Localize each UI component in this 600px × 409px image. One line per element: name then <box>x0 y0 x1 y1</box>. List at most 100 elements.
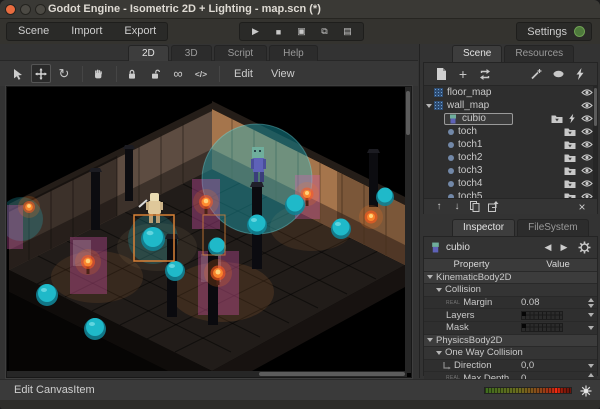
edit-script-button[interactable]: </> <box>191 64 211 83</box>
mask-bitmask-control[interactable] <box>521 323 563 332</box>
settings-button[interactable]: Settings <box>516 22 592 41</box>
instance-scene-button[interactable] <box>474 65 496 83</box>
move-tool-button[interactable] <box>31 64 51 83</box>
canvas-menu-edit[interactable]: Edit <box>225 68 262 80</box>
property-layers[interactable]: Layers <box>424 309 597 322</box>
history-back-button[interactable]: ◀ <box>540 242 556 253</box>
eye-icon[interactable] <box>581 192 593 198</box>
eye-icon[interactable] <box>581 114 593 123</box>
titlebar[interactable]: Godot Engine - Isometric 2D + Lighting -… <box>0 0 600 19</box>
canvas-viewport[interactable] <box>6 86 412 378</box>
play-custom-scene-button[interactable]: ⧉ <box>313 23 336 40</box>
dropdown-arrow-icon[interactable] <box>588 326 594 330</box>
window-close-button[interactable] <box>5 4 16 15</box>
sun-icon[interactable] <box>580 385 592 397</box>
viewport-horizontal-scrollbar[interactable] <box>7 371 407 377</box>
unlock-button[interactable] <box>145 64 165 83</box>
margin-value[interactable]: 0.08 <box>521 297 540 308</box>
group-button[interactable]: ∞ <box>168 64 188 83</box>
layers-bitmask-control[interactable] <box>521 311 563 320</box>
debug-options-button[interactable]: ▤ <box>336 23 359 40</box>
eye-icon[interactable] <box>581 166 593 175</box>
gear-icon[interactable] <box>578 241 591 254</box>
dropdown-arrow-icon[interactable] <box>588 364 594 368</box>
property-direction[interactable]: Direction 0,0 <box>424 360 597 373</box>
instanced-folder-icon[interactable] <box>564 166 576 176</box>
play-button[interactable]: ▶ <box>244 23 267 40</box>
rotate-tool-button[interactable]: ↻ <box>54 64 74 83</box>
canvas-menu-view[interactable]: View <box>262 68 304 80</box>
tree-row-wall-map[interactable]: wall_map <box>424 99 597 112</box>
tree-row-toch1[interactable]: toch1 <box>424 138 597 151</box>
tab-3d[interactable]: 3D <box>171 45 212 61</box>
pan-tool-button[interactable] <box>88 64 108 83</box>
tree-row-toch3[interactable]: toch3 <box>424 164 597 177</box>
tree-row-toch4[interactable]: toch4 <box>424 177 597 190</box>
tool-bolt-button[interactable] <box>569 65 591 83</box>
tab-help[interactable]: Help <box>269 45 318 61</box>
expand-arrow-icon[interactable] <box>426 104 432 108</box>
eye-icon[interactable] <box>581 88 593 97</box>
eye-icon[interactable] <box>581 140 593 149</box>
group-collision[interactable]: Collision <box>424 284 597 297</box>
instanced-folder-icon[interactable] <box>564 179 576 189</box>
history-forward-button[interactable]: ▶ <box>556 242 572 253</box>
tree-scrollbar[interactable] <box>593 86 597 198</box>
menu-export[interactable]: Export <box>113 23 167 40</box>
instanced-folder-icon[interactable] <box>564 192 576 199</box>
instanced-folder-icon[interactable] <box>564 127 576 137</box>
tree-row-toch5[interactable]: toch5 <box>424 190 597 198</box>
tab-scene[interactable]: Scene <box>452 45 502 62</box>
menu-import[interactable]: Import <box>60 23 113 40</box>
eye-icon[interactable] <box>581 101 593 110</box>
new-scene-button[interactable] <box>430 65 452 83</box>
tree-row-toch[interactable]: toch <box>424 125 597 138</box>
script-bolt-icon[interactable] <box>568 113 576 124</box>
property-mask[interactable]: Mask <box>424 322 597 335</box>
instanced-folder-icon[interactable] <box>564 153 576 163</box>
group-one-way-collision[interactable]: One Way Collision <box>424 347 597 360</box>
tab-filesystem[interactable]: FileSystem <box>517 219 588 236</box>
viewport-hscroll-thumb[interactable] <box>259 372 405 376</box>
category-kinematicbody2d[interactable]: KinematicBody2D <box>424 272 597 285</box>
window-maximize-button[interactable] <box>35 4 46 15</box>
add-node-button[interactable]: + <box>452 65 474 83</box>
delete-node-button[interactable]: × <box>573 200 591 214</box>
tab-script[interactable]: Script <box>214 45 268 61</box>
collapse-arrow-icon[interactable] <box>436 288 442 292</box>
collapse-arrow-icon[interactable] <box>427 338 433 342</box>
tree-scroll-thumb[interactable] <box>594 88 597 126</box>
eye-icon[interactable] <box>581 179 593 188</box>
tab-inspector[interactable]: Inspector <box>452 219 515 236</box>
viewport-vertical-scrollbar[interactable] <box>405 87 411 373</box>
tab-resources[interactable]: Resources <box>504 45 574 62</box>
eye-icon[interactable] <box>581 153 593 162</box>
collapse-arrow-icon[interactable] <box>436 351 442 355</box>
tool-wand-button[interactable] <box>525 65 547 83</box>
move-up-button[interactable]: ↑ <box>430 200 448 214</box>
tree-row-cubio[interactable]: cubio <box>424 112 597 125</box>
play-scene-button[interactable]: ▣ <box>290 23 313 40</box>
duplicate-button[interactable] <box>466 200 484 214</box>
reparent-button[interactable] <box>484 200 502 214</box>
move-down-button[interactable]: ↓ <box>448 200 466 214</box>
viewport-vscroll-thumb[interactable] <box>406 91 410 135</box>
lock-button[interactable] <box>122 64 142 83</box>
instanced-folder-icon[interactable] <box>551 114 563 124</box>
select-tool-button[interactable] <box>8 64 28 83</box>
tool-visibility-button[interactable] <box>547 65 569 83</box>
spinner-control[interactable] <box>588 298 594 308</box>
dropdown-arrow-icon[interactable] <box>588 313 594 317</box>
window-minimize-button[interactable] <box>20 4 31 15</box>
category-physicsbody2d[interactable]: PhysicsBody2D <box>424 335 597 348</box>
eye-icon[interactable] <box>581 127 593 136</box>
tree-row-floor-map[interactable]: floor_map <box>424 86 597 99</box>
tree-row-toch2[interactable]: toch2 <box>424 151 597 164</box>
instanced-folder-icon[interactable] <box>564 140 576 150</box>
menu-scene[interactable]: Scene <box>7 23 60 40</box>
tab-2d[interactable]: 2D <box>128 45 169 61</box>
direction-value[interactable]: 0,0 <box>521 360 534 371</box>
stop-button[interactable]: ■ <box>267 23 290 40</box>
collapse-arrow-icon[interactable] <box>427 275 433 279</box>
property-margin[interactable]: REAL Margin 0.08 <box>424 297 597 310</box>
